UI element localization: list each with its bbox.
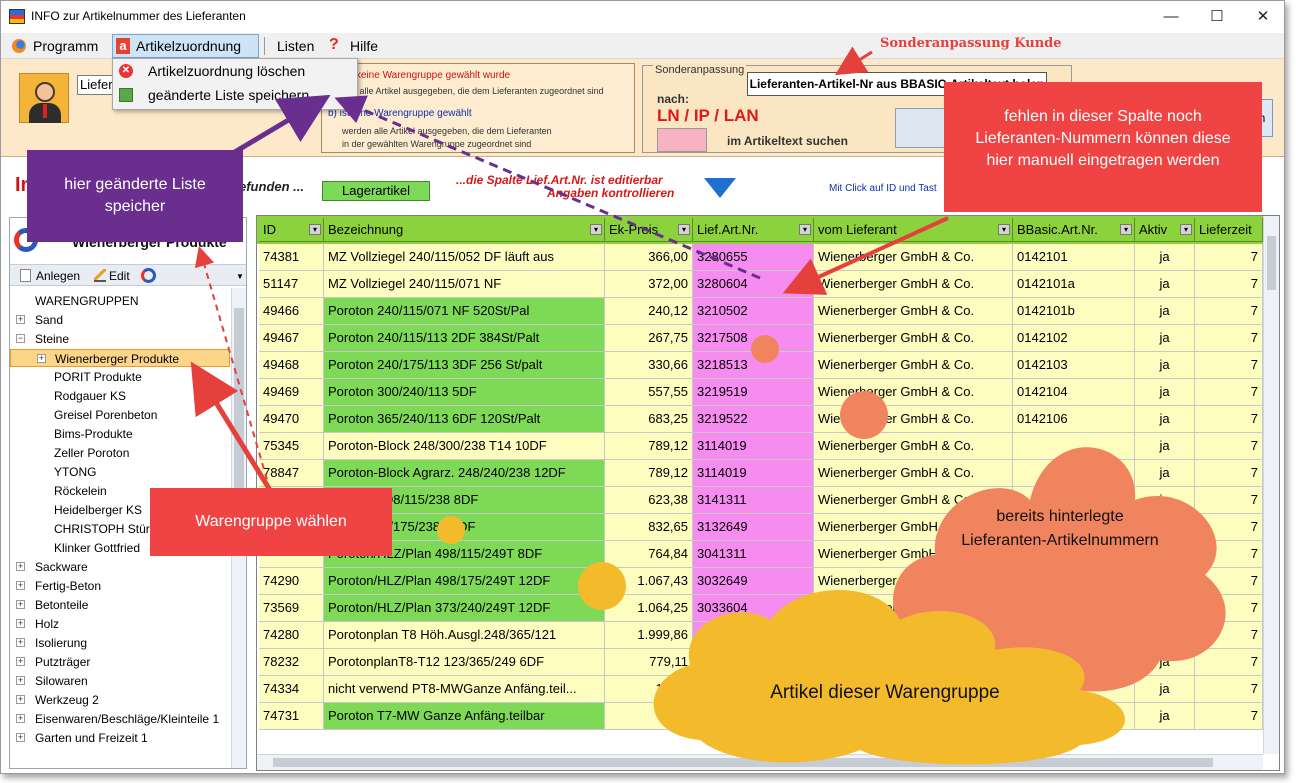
warengruppe-callout: Warengruppe wählen — [150, 488, 392, 556]
sonder-annotation-title: Sonderanpassung Kunde — [880, 36, 1062, 51]
marker-dot-gold-large — [578, 562, 626, 610]
marker-dot-pink — [751, 335, 779, 363]
dashed-arrow-to-save — [334, 95, 761, 280]
dashed-arrow-to-tree-title — [194, 246, 271, 491]
save-list-callout: hier geänderte Liste speicher — [27, 150, 243, 242]
arrow-to-sonder-button — [834, 46, 873, 76]
column-callout: fehlen in dieser Spalte noch Lieferanten… — [944, 82, 1262, 212]
cloud-right-text: bereits hinterlegte Lieferanten-Artikeln… — [961, 508, 1159, 549]
cloud-bottom-text: Artikel dieser Warengruppe — [770, 682, 1000, 703]
marker-dot-gold-small — [437, 516, 465, 544]
marker-dot-salmon — [840, 391, 888, 439]
arrow-to-lief-column — [782, 216, 949, 295]
arrow-to-warengruppe — [190, 361, 273, 492]
